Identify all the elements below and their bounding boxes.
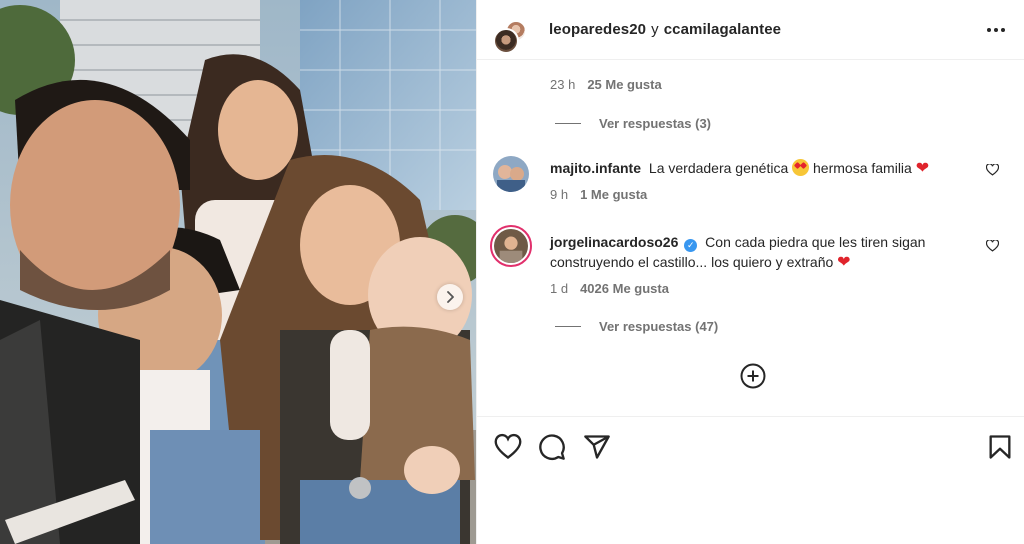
- comment-likes[interactable]: 25 Me gusta: [587, 77, 661, 92]
- comment-meta: 9 h 1 Me gusta: [550, 187, 647, 202]
- replies-divider: [555, 326, 581, 327]
- share-icon[interactable]: [583, 433, 611, 461]
- post-side-panel: leoparedes20 y ccamilagalantee 23 h 25 M…: [476, 0, 1024, 544]
- post-photo[interactable]: [0, 0, 476, 544]
- comment-meta: 1 d 4026 Me gusta: [550, 281, 669, 296]
- comment-body: majito.infante La verdadera genética her…: [550, 158, 960, 179]
- view-replies-label: Ver respuestas (3): [599, 116, 712, 131]
- comment-username[interactable]: jorgelinacardoso26: [550, 234, 678, 250]
- avatar[interactable]: [490, 225, 532, 267]
- view-replies-label: Ver respuestas (47): [599, 319, 719, 334]
- heart-eyes-emoji-icon: [792, 159, 810, 176]
- post-header: leoparedes20 y ccamilagalantee: [477, 0, 1024, 60]
- avatar[interactable]: [493, 156, 529, 192]
- verified-badge-icon: ✓: [684, 239, 698, 252]
- red-heart-emoji-icon: ❤: [837, 254, 851, 271]
- comment-likes[interactable]: 4026 Me gusta: [580, 281, 669, 296]
- comment-body: jorgelinacardoso26 ✓ Con cada piedra que…: [550, 232, 960, 273]
- authors-conjunction: y: [651, 21, 659, 38]
- user-avatar-icon: [494, 229, 528, 263]
- red-heart-emoji-icon: ❤: [915, 160, 930, 177]
- view-replies-button[interactable]: Ver respuestas (3): [555, 116, 711, 131]
- heart-icon[interactable]: [494, 433, 522, 461]
- author-link-primary[interactable]: leoparedes20: [549, 21, 646, 38]
- comment-meta: 23 h 25 Me gusta: [550, 77, 662, 92]
- next-photo-button[interactable]: [437, 284, 463, 310]
- comment-time[interactable]: 1 d: [550, 281, 568, 296]
- comment-time[interactable]: 9 h: [550, 187, 568, 202]
- author-avatars[interactable]: [493, 10, 533, 54]
- avatar[interactable]: [493, 27, 519, 54]
- chevron-right-icon: [447, 291, 454, 303]
- post-actions-bar: [477, 416, 1024, 474]
- comments-list[interactable]: 23 h 25 Me gusta Ver respuestas (3) maji…: [477, 60, 1024, 416]
- comment-time[interactable]: 23 h: [550, 77, 575, 92]
- bookmark-icon[interactable]: [986, 433, 1014, 461]
- heart-icon[interactable]: [986, 240, 999, 252]
- comment-likes[interactable]: 1 Me gusta: [580, 187, 647, 202]
- heart-icon[interactable]: [986, 164, 999, 176]
- author-link-secondary[interactable]: ccamilagalantee: [664, 21, 781, 38]
- comment-text-start: La verdadera genética: [648, 160, 789, 176]
- more-options-icon: [994, 28, 998, 32]
- comment-text-end: hermosa familia: [813, 160, 912, 176]
- more-options-icon: [1001, 28, 1005, 32]
- more-options-button[interactable]: [983, 18, 1009, 42]
- comment-username[interactable]: majito.infante: [550, 160, 641, 176]
- view-replies-button[interactable]: Ver respuestas (47): [555, 319, 718, 334]
- comment-icon[interactable]: [538, 433, 566, 461]
- replies-divider: [555, 123, 581, 124]
- load-more-comments-button[interactable]: [740, 363, 766, 389]
- user-avatar-icon: [493, 156, 529, 192]
- post-authors: leoparedes20 y ccamilagalantee: [549, 21, 781, 38]
- more-options-icon: [987, 28, 991, 32]
- family-photo-image: [0, 0, 476, 544]
